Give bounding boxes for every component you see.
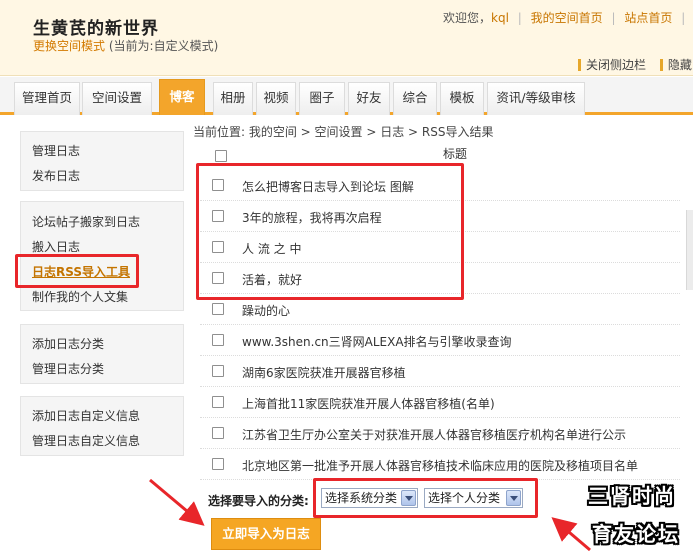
arrow-icon <box>149 478 205 526</box>
annotation-arrows <box>149 478 591 552</box>
watermark-line2: 育友论坛 <box>592 522 680 546</box>
arrow-icon <box>551 517 591 552</box>
watermark-line1: 三肾时尚 <box>588 484 676 508</box>
